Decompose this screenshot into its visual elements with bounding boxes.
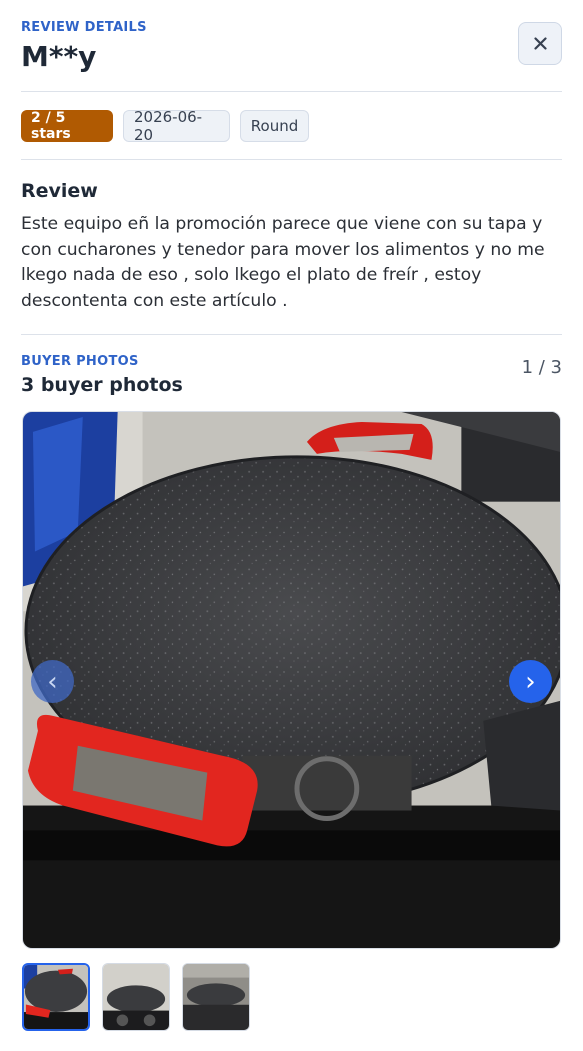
divider — [21, 334, 562, 335]
rating-badge: 2 / 5 stars — [21, 110, 113, 142]
close-button[interactable] — [518, 22, 562, 65]
review-heading: Review — [21, 180, 98, 202]
divider — [21, 91, 562, 92]
thumbnail-image — [183, 964, 249, 1030]
main-photo[interactable] — [22, 411, 561, 949]
previous-photo-button[interactable]: ‹ — [31, 660, 74, 703]
photo-counter: 1 / 3 — [521, 357, 562, 378]
divider — [21, 159, 562, 160]
reviewer-name: M**y — [21, 40, 97, 73]
chevron-left-icon: ‹ — [47, 666, 58, 697]
photos-eyebrow: BUYER PHOTOS — [21, 354, 139, 369]
thumbnail-image — [24, 965, 88, 1029]
date-badge: 2026-06-20 — [123, 108, 230, 144]
photo-thumbnail-1[interactable] — [22, 963, 90, 1031]
pan-photo-image — [23, 412, 560, 948]
photo-thumbnail-2[interactable] — [102, 963, 170, 1031]
photo-thumbnail-3[interactable] — [182, 963, 250, 1031]
review-body: Este equipo eñ la promoción parece que v… — [21, 214, 545, 311]
close-icon — [533, 37, 547, 50]
photos-title: 3 buyer photos — [21, 374, 183, 396]
next-photo-button[interactable]: › — [509, 660, 552, 703]
review-details-panel: REVIEW DETAILS M**y 2 / 5 stars 2026-06-… — [0, 0, 583, 1051]
panel-eyebrow: REVIEW DETAILS — [21, 20, 147, 35]
chevron-right-icon: › — [525, 666, 536, 697]
variant-badge: Round — [240, 110, 309, 142]
thumbnail-image — [103, 964, 169, 1030]
